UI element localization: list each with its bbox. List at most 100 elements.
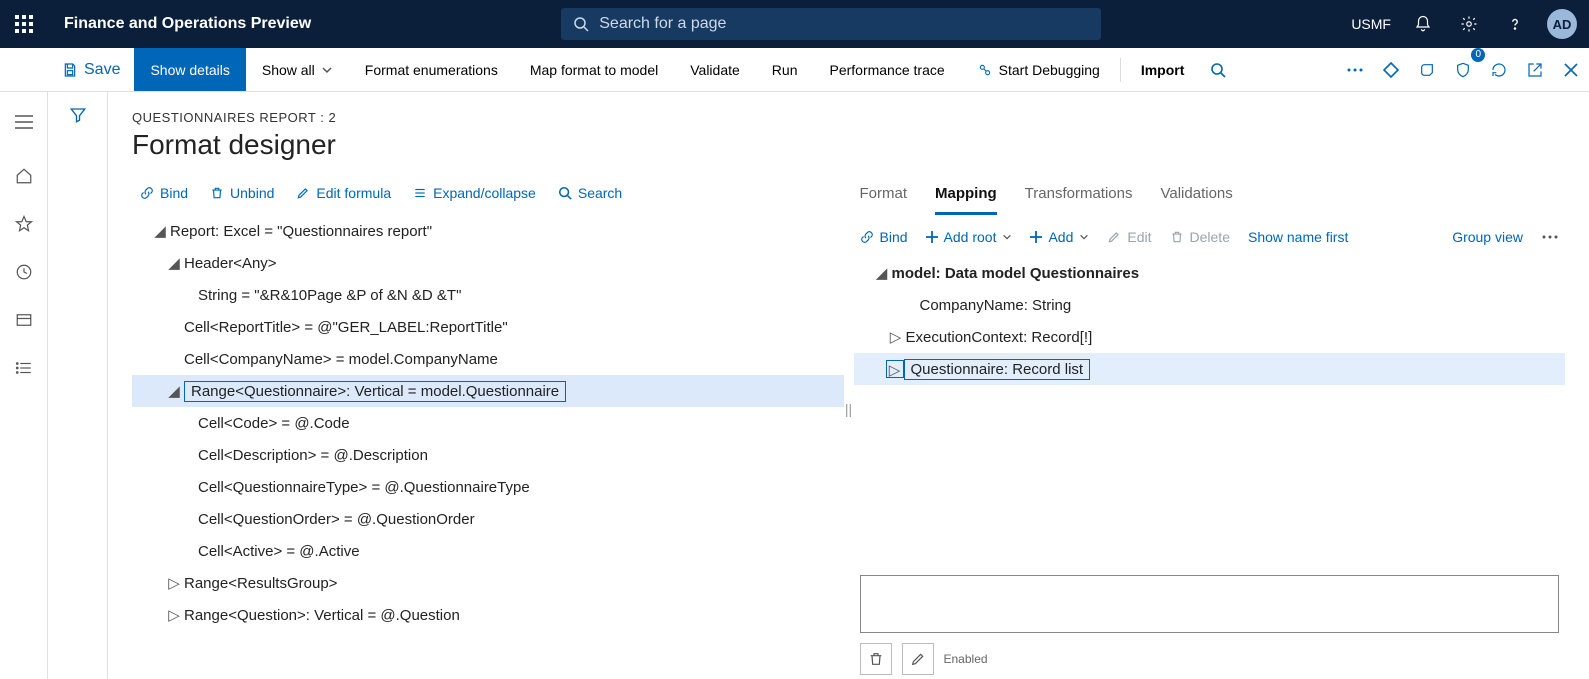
formula-box[interactable] (860, 575, 1560, 633)
help-button[interactable] (1501, 10, 1529, 38)
expand-icon[interactable]: ▷ (886, 360, 904, 378)
rail-expand-button[interactable] (0, 104, 48, 140)
tree-node[interactable]: String = "&R&10Page &P of &N &D &T" (132, 279, 844, 311)
tree-node[interactable]: Cell<ReportTitle> = @"GER_LABEL:ReportTi… (132, 311, 844, 343)
settings-button[interactable] (1455, 10, 1483, 38)
rail-favorites-button[interactable] (12, 212, 36, 236)
tree-node[interactable]: Cell<QuestionnaireType> = @.Questionnair… (132, 471, 844, 503)
collapse-icon[interactable]: ◢ (164, 254, 184, 272)
trash-icon (210, 186, 224, 200)
collapse-icon[interactable]: ◢ (872, 264, 892, 282)
edit-button-disabled: Edit (1107, 229, 1151, 245)
expand-icon[interactable]: ▷ (886, 328, 906, 346)
rail-modules-button[interactable] (12, 356, 36, 380)
global-search[interactable]: Search for a page (561, 8, 1101, 40)
bell-icon (1414, 15, 1432, 33)
filter-button[interactable] (69, 106, 87, 679)
add-button[interactable]: Add (1030, 229, 1089, 245)
format-tree: ◢Report: Excel = "Questionnaires report"… (132, 215, 844, 679)
map-format-to-model-button[interactable]: Map format to model (514, 48, 674, 91)
list-icon (15, 359, 33, 377)
page-title: Format designer (132, 129, 1565, 161)
tree-node[interactable]: ▷ExecutionContext: Record[!] (854, 321, 1566, 353)
ellipsis-icon (1541, 234, 1559, 240)
formula-edit-button[interactable] (902, 643, 934, 675)
tree-node[interactable]: ▷Range<Question>: Vertical = @.Question (132, 599, 844, 631)
tab-transformations[interactable]: Transformations (1025, 185, 1133, 215)
notifications-button[interactable] (1409, 10, 1437, 38)
tree-node[interactable]: Cell<CompanyName> = model.CompanyName (132, 343, 844, 375)
expand-collapse-button[interactable]: Expand/collapse (413, 185, 536, 201)
cmd-search-button[interactable] (1200, 52, 1236, 88)
show-name-first-button[interactable]: Show name first (1248, 229, 1348, 245)
cmd-messages-button[interactable]: 0 (1445, 52, 1481, 88)
pencil-icon (296, 186, 310, 200)
cmd-close-button[interactable] (1553, 52, 1589, 88)
model-tree: ◢model: Data model Questionnaires Compan… (854, 257, 1566, 569)
search-icon (558, 186, 572, 200)
expand-icon[interactable]: ▷ (164, 574, 184, 592)
start-debugging-button[interactable]: Start Debugging (961, 48, 1116, 91)
breadcrumb: QUESTIONNAIRES REPORT : 2 (132, 110, 1565, 125)
app-launcher-button[interactable] (0, 15, 48, 33)
run-button[interactable]: Run (756, 48, 814, 91)
company-picker[interactable]: USMF (1351, 16, 1391, 32)
format-tree-pane: Bind Unbind Edit formula Expand/collapse (132, 181, 844, 679)
right-bind-button[interactable]: Bind (860, 229, 908, 245)
mapping-pane: Format Mapping Transformations Validatio… (854, 181, 1566, 679)
cmd-attach-button[interactable] (1409, 52, 1445, 88)
cmd-popout-button[interactable] (1517, 52, 1553, 88)
bind-button[interactable]: Bind (140, 185, 188, 201)
tree-node[interactable]: ▷Range<ResultsGroup> (132, 567, 844, 599)
tab-mapping[interactable]: Mapping (935, 185, 997, 215)
header-right: USMF AD (1351, 9, 1589, 39)
chevron-down-icon (1079, 232, 1089, 242)
format-enumerations-button[interactable]: Format enumerations (349, 48, 514, 91)
collapse-icon[interactable]: ◢ (164, 382, 184, 400)
diamond-icon (1383, 62, 1399, 78)
tab-format[interactable]: Format (860, 185, 908, 215)
tree-node[interactable]: ◢Report: Excel = "Questionnaires report" (132, 215, 844, 247)
collapse-icon[interactable]: ◢ (150, 222, 170, 240)
tree-search-button[interactable]: Search (558, 185, 622, 201)
star-icon (15, 215, 33, 233)
cmd-more-button[interactable] (1337, 52, 1373, 88)
cmd-refresh-button[interactable] (1481, 52, 1517, 88)
search-icon (573, 16, 589, 32)
show-all-button[interactable]: Show all (246, 48, 349, 91)
tree-node[interactable]: ◢model: Data model Questionnaires (854, 257, 1566, 289)
tree-node[interactable]: Cell<QuestionOrder> = @.QuestionOrder (132, 503, 844, 535)
user-avatar[interactable]: AD (1547, 9, 1577, 39)
tree-node[interactable]: ◢Header<Any> (132, 247, 844, 279)
tab-validations[interactable]: Validations (1160, 185, 1232, 215)
tree-node[interactable]: Cell<Code> = @.Code (132, 407, 844, 439)
plus-icon (1030, 231, 1042, 243)
add-root-button[interactable]: Add root (926, 229, 1013, 245)
workspace-icon (15, 311, 33, 329)
pane-splitter[interactable]: || (844, 181, 854, 679)
formula-delete-button[interactable] (860, 643, 892, 675)
tree-node[interactable]: Cell<Description> = @.Description (132, 439, 844, 471)
save-button[interactable]: Save (48, 48, 134, 91)
group-view-button[interactable]: Group view (1452, 229, 1523, 245)
rail-recent-button[interactable] (12, 260, 36, 284)
import-button[interactable]: Import (1125, 48, 1201, 91)
unbind-button[interactable]: Unbind (210, 185, 274, 201)
validate-button[interactable]: Validate (674, 48, 756, 91)
rail-home-button[interactable] (12, 164, 36, 188)
cmd-diamond-button[interactable] (1373, 52, 1409, 88)
expand-icon[interactable]: ▷ (164, 606, 184, 624)
show-details-button[interactable]: Show details (134, 48, 245, 91)
app-title: Finance and Operations Preview (48, 15, 311, 33)
hamburger-icon (15, 115, 33, 129)
right-more-button[interactable] (1541, 234, 1559, 240)
rail-workspaces-button[interactable] (12, 308, 36, 332)
performance-trace-button[interactable]: Performance trace (813, 48, 960, 91)
tree-node-selected[interactable]: ◢Range<Questionnaire>: Vertical = model.… (132, 375, 844, 407)
edit-formula-button[interactable]: Edit formula (296, 185, 391, 201)
tree-node[interactable]: CompanyName: String (854, 289, 1566, 321)
tree-node-selected[interactable]: ▷Questionnaire: Record list (854, 353, 1566, 385)
tree-node[interactable]: Cell<Active> = @.Active (132, 535, 844, 567)
home-icon (15, 167, 33, 185)
save-icon (62, 62, 78, 78)
